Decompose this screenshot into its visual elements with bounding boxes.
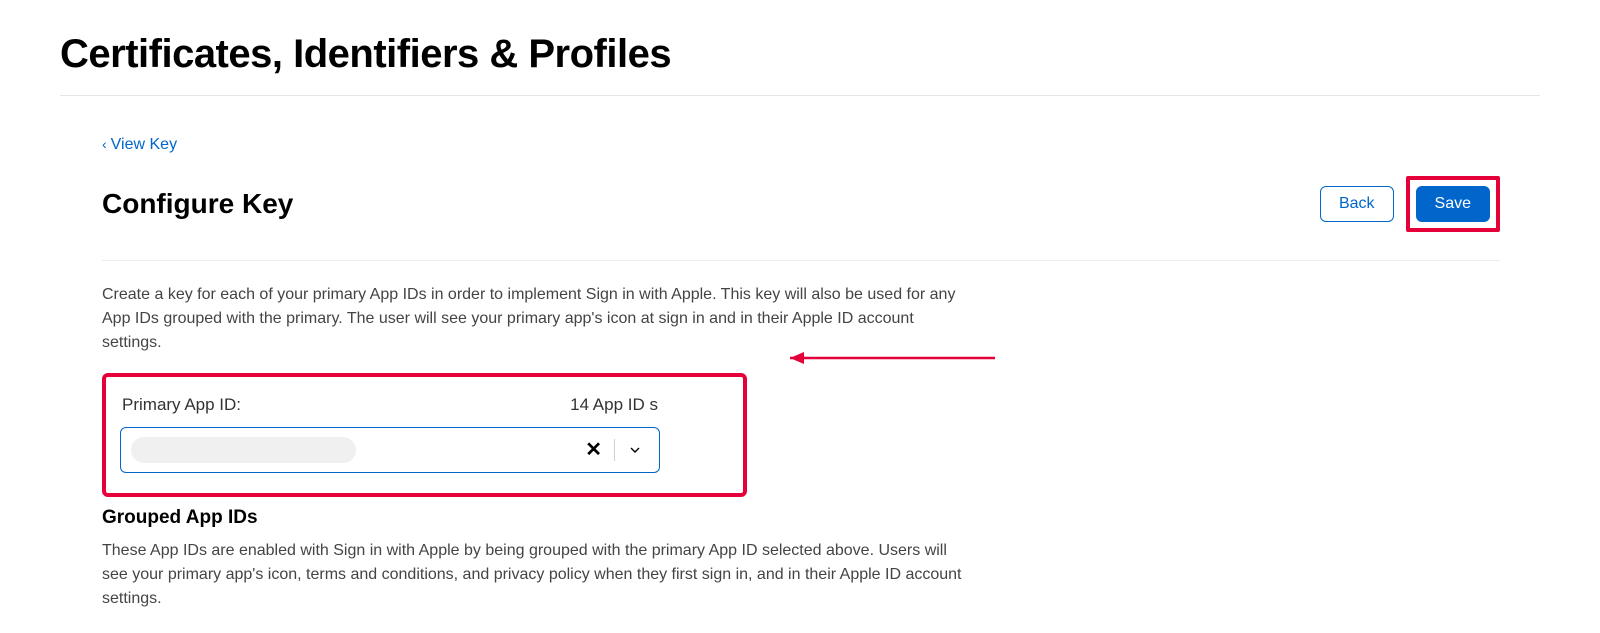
primary-app-id-value	[131, 437, 356, 463]
breadcrumb-label: View Key	[111, 136, 177, 153]
chevron-left-icon: ‹	[102, 136, 107, 152]
back-button[interactable]: Back	[1320, 186, 1394, 222]
chevron-down-icon[interactable]	[623, 440, 647, 460]
page-title: Certificates, Identifiers & Profiles	[60, 32, 1540, 77]
grouped-app-ids-description: These App IDs are enabled with Sign in w…	[102, 539, 962, 611]
intro-description: Create a key for each of your primary Ap…	[102, 283, 962, 355]
divider	[614, 439, 615, 461]
clear-icon[interactable]: ✕	[581, 438, 606, 462]
grouped-app-ids-heading: Grouped App IDs	[102, 507, 962, 529]
app-id-count: 14 App ID s	[570, 395, 658, 415]
view-key-link[interactable]: ‹View Key	[102, 136, 177, 153]
primary-app-id-label: Primary App ID:	[122, 395, 241, 415]
primary-app-id-highlight-annotation: Primary App ID: 14 App ID s ✕	[102, 373, 747, 497]
section-title: Configure Key	[102, 188, 293, 220]
save-highlight-annotation: Save	[1406, 176, 1500, 232]
breadcrumb: ‹View Key	[102, 136, 1500, 154]
save-button[interactable]: Save	[1416, 186, 1490, 222]
primary-app-id-select[interactable]: ✕	[120, 427, 660, 473]
